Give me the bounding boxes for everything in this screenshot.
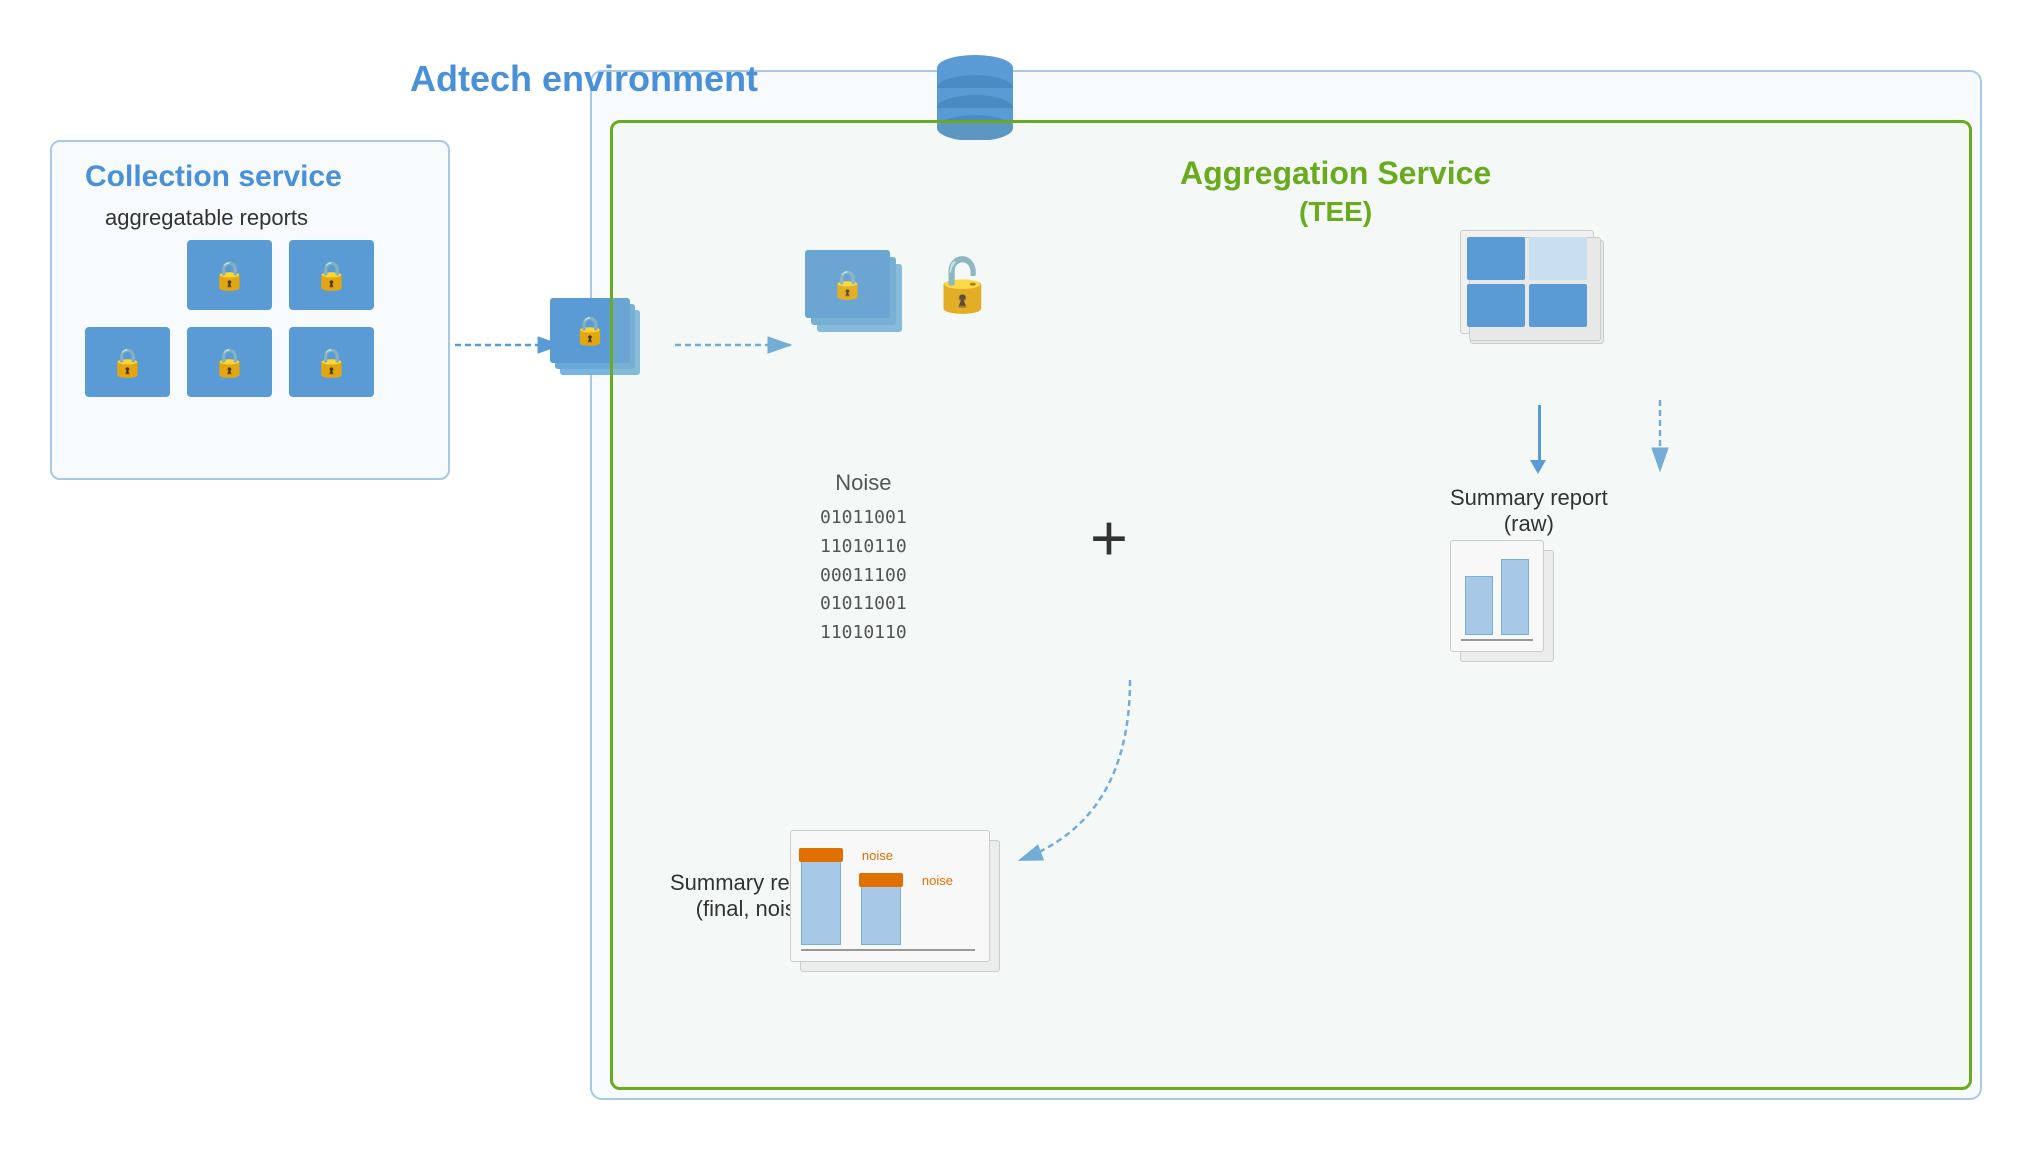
adtech-environment-label: Adtech environment: [410, 58, 758, 100]
noise-label-2: noise: [922, 873, 953, 888]
aggregation-service-label: Aggregation Service (TEE): [1180, 155, 1491, 229]
report-item: 🔒: [289, 327, 374, 397]
report-item: 🔒: [289, 240, 374, 310]
noise-binary: 0101100111010110000111000101100111010110: [820, 504, 907, 648]
noise-section: Noise 0101100111010110000111000101100111…: [820, 470, 907, 648]
final-bar-chart: noise noise: [790, 830, 990, 962]
report-item: 🔒: [187, 240, 272, 310]
collection-service-label: Collection service: [85, 160, 342, 194]
diagram-container: Adtech environment Collection service ag…: [30, 40, 2002, 1120]
summary-raw-label: Summary report (raw): [1450, 485, 1608, 537]
collection-sublabel: aggregatable reports: [105, 205, 308, 231]
arrow-down-head: [1530, 460, 1546, 474]
final-summary-section: Summary report (final, noised) noise: [790, 830, 990, 962]
report-item: 🔒: [187, 327, 272, 397]
summary-raw-chart: [1450, 540, 1544, 652]
collection-reports-grid: 🔒 🔒 🔒 🔒 🔒: [85, 240, 379, 402]
plus-sign: +: [1090, 500, 1128, 575]
arrow-down-to-summary: [1538, 405, 1541, 465]
noise-label-1: noise: [862, 848, 893, 863]
report-item: 🔒: [85, 327, 170, 397]
summary-template-report: [1460, 230, 1594, 334]
